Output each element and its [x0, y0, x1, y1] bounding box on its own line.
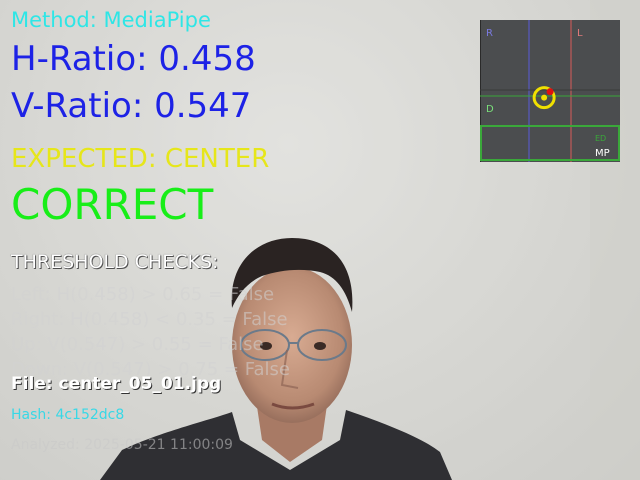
- threshold-check-left: Left: H(0.458) > 0.65 = False: [11, 284, 275, 305]
- v-ratio-value: V-Ratio: 0.547: [11, 86, 252, 126]
- gaze-marker-core: [541, 94, 548, 101]
- gaze-minimap: R L D ED MP: [480, 20, 620, 162]
- threshold-check-right: Right: H(0.458) < 0.35 = False: [11, 309, 288, 330]
- right-eye: [314, 342, 326, 350]
- minimap-label-d: D: [486, 104, 494, 115]
- threshold-check-up: Up: V(0.547) > 0.55 = False: [11, 334, 264, 355]
- minimap-tag-ed: ED: [595, 134, 606, 143]
- analyzed-timestamp: Analyzed: 2025-05-21 11:00:09: [11, 437, 233, 453]
- verdict-status: CORRECT: [11, 180, 214, 229]
- camera-frame: Method: MediaPipe H-Ratio: 0.458 V-Ratio…: [0, 0, 640, 480]
- minimap-label-l: L: [577, 28, 583, 39]
- minimap-label-r: R: [486, 28, 493, 39]
- method-label: Method: MediaPipe: [11, 8, 211, 32]
- expected-direction: EXPECTED: CENTER: [11, 144, 270, 174]
- threshold-checks-heading: THRESHOLD CHECKS:: [11, 251, 219, 273]
- file-hash: Hash: 4c152dc8: [11, 407, 125, 423]
- h-ratio-value: H-Ratio: 0.458: [11, 39, 256, 79]
- gaze-marker-dot: [546, 88, 554, 96]
- minimap-tag-mp: MP: [595, 148, 610, 159]
- file-name: File: center_05_01.jpg: [11, 374, 222, 394]
